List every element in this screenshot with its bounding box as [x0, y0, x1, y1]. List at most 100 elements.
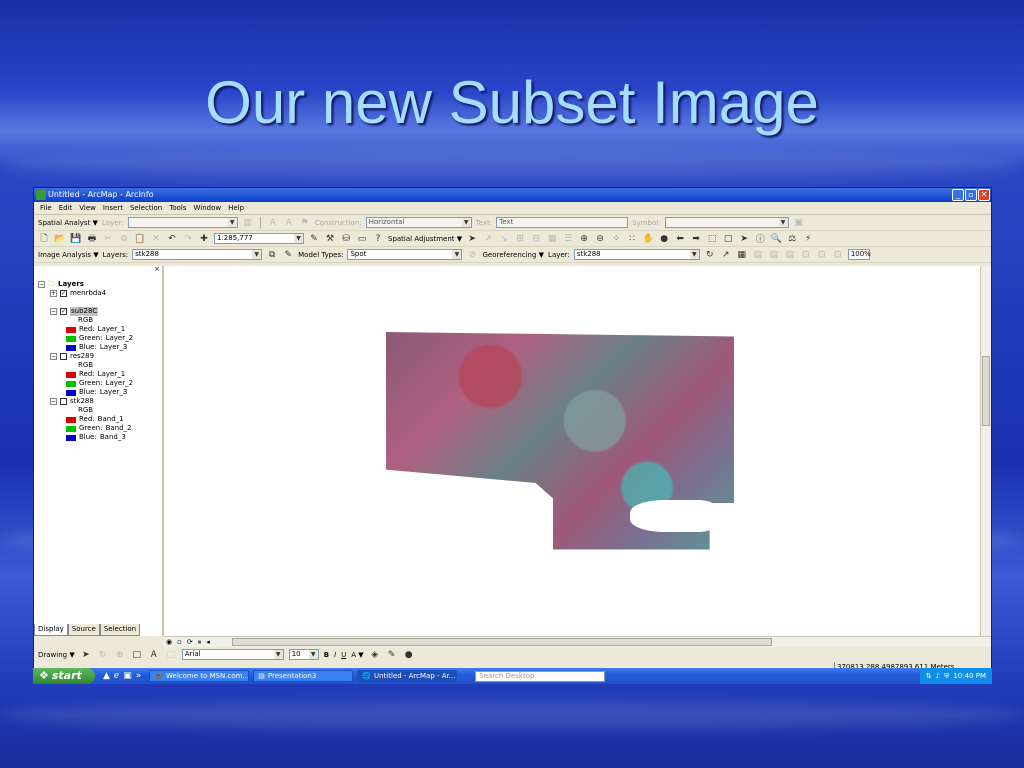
collapse-icon[interactable]: −: [50, 398, 57, 405]
rectangle-tool-icon[interactable]: □: [131, 649, 143, 661]
image-tool-4-icon[interactable]: ⊡: [800, 249, 812, 261]
back-extent-icon[interactable]: ⬅: [674, 233, 686, 245]
font-color-button[interactable]: A ▼: [351, 651, 363, 659]
command-line-icon[interactable]: ▭: [356, 233, 368, 245]
show-desktop-icon[interactable]: ▲: [103, 671, 110, 681]
text-flag-icon[interactable]: ⚑: [299, 217, 311, 229]
layer-visibility-checkbox[interactable]: [60, 353, 67, 360]
select-elements-icon[interactable]: ➤: [80, 649, 92, 661]
tree-root[interactable]: − 🗀 Layers: [38, 280, 133, 289]
select-features-icon[interactable]: ⬚: [706, 233, 718, 245]
print-icon[interactable]: 🖶: [86, 233, 98, 245]
redo-icon[interactable]: ↷: [182, 233, 194, 245]
image-tool-5-icon[interactable]: ⊡: [816, 249, 828, 261]
start-button[interactable]: ❖ start: [33, 668, 95, 684]
image-tool-6-icon[interactable]: ⊡: [832, 249, 844, 261]
fill-color-icon[interactable]: ◈: [369, 649, 381, 661]
task-arcmap[interactable]: 🌐 Untitled - ArcMap - Ar...: [357, 670, 458, 682]
image-tool-2-icon[interactable]: ▤: [768, 249, 780, 261]
select-elements-icon[interactable]: ➤: [466, 233, 478, 245]
delete-icon[interactable]: ✕: [150, 233, 162, 245]
menu-help[interactable]: Help: [228, 202, 244, 214]
paste-icon[interactable]: 📋: [134, 233, 146, 245]
forward-extent-icon[interactable]: ➡: [690, 233, 702, 245]
image-tool-3-icon[interactable]: ▤: [784, 249, 796, 261]
image-tool-1-icon[interactable]: ▤: [752, 249, 764, 261]
media-player-icon[interactable]: ▣: [123, 671, 132, 681]
close-button[interactable]: ✕: [978, 189, 990, 201]
text-field[interactable]: Text: [496, 217, 629, 228]
scroll-left-icon[interactable]: ◂: [206, 637, 210, 647]
histogram-icon[interactable]: ▥: [242, 217, 254, 229]
new-limited-adjust-icon[interactable]: ▦: [546, 233, 558, 245]
zoom-percent-field[interactable]: 100%: [847, 249, 871, 260]
whats-this-icon[interactable]: ?: [372, 233, 384, 245]
image-info-icon[interactable]: ⧉: [266, 249, 278, 261]
clock[interactable]: 10:40 PM: [953, 672, 986, 680]
zoom-whole-page-icon[interactable]: ⊕: [114, 649, 126, 661]
quick-launch-more-icon[interactable]: »: [136, 671, 142, 681]
spatial-adjustment-menu[interactable]: Spatial Adjustment ▼: [388, 235, 462, 243]
menu-file[interactable]: File: [40, 202, 52, 214]
collapse-icon[interactable]: −: [50, 353, 57, 360]
fixed-zoom-out-icon[interactable]: ∷: [626, 233, 638, 245]
save-icon[interactable]: 💾: [70, 233, 82, 245]
layers-select[interactable]: stk288 ▼: [132, 249, 263, 260]
drawing-menu[interactable]: Drawing ▼: [38, 651, 75, 659]
hyperlink-icon[interactable]: ⚡: [802, 233, 814, 245]
new-identity-link-icon[interactable]: ⊟: [530, 233, 542, 245]
link-table-icon[interactable]: ▦: [736, 249, 748, 261]
zoom-out-icon[interactable]: ⊖: [594, 233, 606, 245]
tab-display[interactable]: Display: [34, 624, 68, 636]
edit-vertices-icon[interactable]: ⬚: [165, 649, 177, 661]
new-displacement-link-icon[interactable]: ↗: [482, 233, 494, 245]
font-select[interactable]: Arial ▼: [181, 649, 284, 660]
menu-view[interactable]: View: [79, 202, 96, 214]
underline-button[interactable]: U: [341, 651, 346, 659]
vertical-scroll-thumb[interactable]: [982, 356, 990, 426]
layer-res289[interactable]: − res289: [38, 352, 133, 361]
menu-insert[interactable]: Insert: [103, 202, 123, 214]
layer-visibility-checkbox[interactable]: [60, 398, 67, 405]
new-document-icon[interactable]: 🗋: [38, 233, 50, 245]
select-pointer-icon[interactable]: ➤: [738, 233, 750, 245]
model-types-select[interactable]: Spot ▼: [347, 249, 463, 260]
italic-button[interactable]: I: [334, 651, 336, 659]
modify-link-icon[interactable]: ↘: [498, 233, 510, 245]
layer-menrbda4[interactable]: + ✓ menrbda4: [38, 289, 133, 298]
find-icon[interactable]: 🔍: [770, 233, 782, 245]
map-canvas[interactable]: [164, 266, 991, 636]
georef-layer-select[interactable]: stk288 ▼: [573, 249, 700, 260]
cut-icon[interactable]: ✂: [102, 233, 114, 245]
layer-sub28c[interactable]: − ✓ sub28C: [38, 307, 133, 316]
task-msn[interactable]: 🦋 Welcome to MSN.com...: [149, 670, 250, 682]
open-folder-icon[interactable]: 📂: [54, 233, 66, 245]
image-analysis-menu[interactable]: Image Analysis ▼: [38, 251, 99, 259]
text-rotate-icon[interactable]: A: [283, 217, 295, 229]
spatial-analyst-menu[interactable]: Spatial Analyst ▼: [38, 219, 98, 227]
image-edit-icon[interactable]: ✎: [282, 249, 294, 261]
horizontal-scroll-thumb[interactable]: [232, 638, 772, 646]
copy-icon[interactable]: ⧉: [118, 233, 130, 245]
add-control-points-icon[interactable]: ↗: [720, 249, 732, 261]
pause-drawing-icon[interactable]: ⏸: [198, 637, 202, 647]
tab-selection[interactable]: Selection: [99, 624, 141, 636]
identify-icon[interactable]: ⓘ: [754, 233, 766, 245]
marker-color-icon[interactable]: ●: [403, 649, 415, 661]
undo-icon[interactable]: ↶: [166, 233, 178, 245]
view-link-table-icon[interactable]: ☰: [562, 233, 574, 245]
tab-source[interactable]: Source: [67, 624, 100, 636]
measure-icon[interactable]: ⚖: [786, 233, 798, 245]
menu-selection[interactable]: Selection: [130, 202, 162, 214]
minimize-button[interactable]: _: [952, 189, 964, 201]
task-presentation[interactable]: ▤ Presentation3: [253, 670, 354, 682]
rotate-icon[interactable]: ↻: [704, 249, 716, 261]
arctoolbox-icon[interactable]: ⚒: [324, 233, 336, 245]
volume-icon[interactable]: ♪: [936, 672, 940, 680]
text-tool-icon[interactable]: A: [148, 649, 160, 661]
layer-visibility-checkbox[interactable]: ✓: [60, 308, 67, 315]
collapse-icon[interactable]: −: [38, 281, 45, 288]
menu-edit[interactable]: Edit: [59, 202, 73, 214]
horizontal-scrollbar[interactable]: ◉ ▫ ⟳ ⏸ ◂: [164, 636, 991, 647]
clear-selection-icon[interactable]: ▢: [722, 233, 734, 245]
